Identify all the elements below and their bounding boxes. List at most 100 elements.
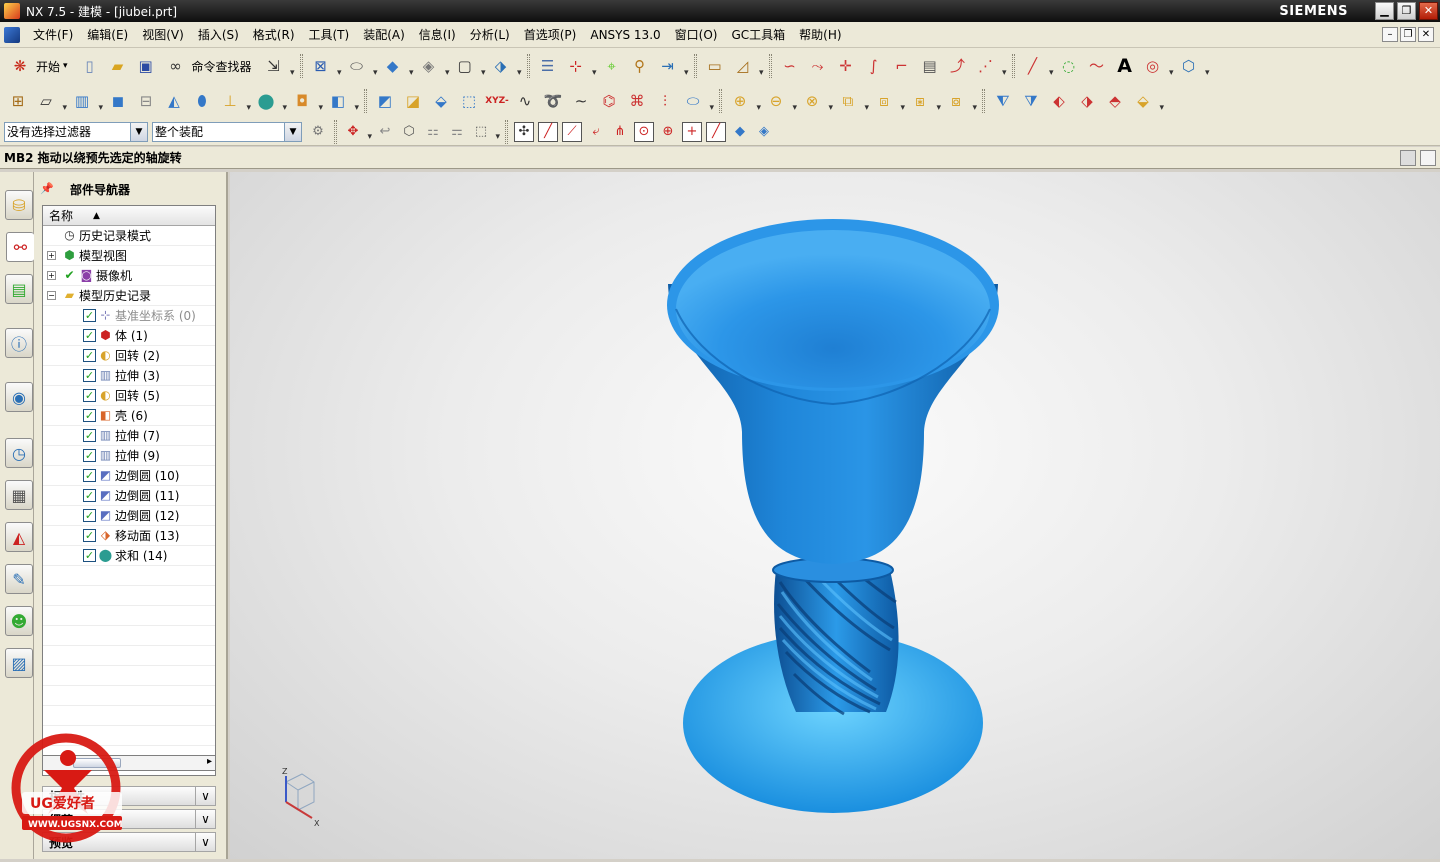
tree-row-feature[interactable]: ✓ ▥ 拉伸 (3) [43,366,215,386]
roles-tab[interactable]: ☻ [5,606,33,636]
cone-icon[interactable]: ◭ [162,89,186,113]
tree-row-feature[interactable]: ✓ ⬤ 求和 (14) [43,546,215,566]
menu-information[interactable]: 信息(I) [412,24,463,46]
sketch-task-icon[interactable]: ⬡ [1177,54,1210,78]
menu-file[interactable]: 文件(F) [26,24,80,46]
visibility-checkbox[interactable]: ✓ [83,329,96,342]
collapse-icon[interactable]: − [47,291,56,300]
menu-help[interactable]: 帮助(H) [792,24,848,46]
tree-row-feature[interactable]: ✓ ◧ 壳 (6) [43,406,215,426]
process-studio-tab[interactable]: ◭ [5,522,33,552]
render-style-icon[interactable]: ⬭ [345,54,377,78]
maximize-graphics-icon[interactable] [1420,150,1436,166]
menu-analysis[interactable]: 分析(L) [463,24,517,46]
visibility-checkbox[interactable]: ✓ [83,349,96,362]
scale-body-icon[interactable]: ⧇ [944,89,977,113]
layer-settings-icon[interactable]: ☰ [536,54,560,78]
trim-curve-icon[interactable]: ⤳ [806,54,830,78]
snap-on-face-icon[interactable]: ◆ [730,122,750,142]
snap-line-icon[interactable]: ╱ [538,121,558,142]
visibility-checkbox[interactable]: ✓ [83,369,96,382]
wcs-triad[interactable]: Z X [282,767,320,828]
shaded-view-icon[interactable]: ◆ [381,54,414,78]
menu-assemblies[interactable]: 装配(A) [356,24,412,46]
general-selection-icon[interactable]: ✥ [343,122,372,142]
arc-icon[interactable]: ◌ [1057,54,1081,78]
menu-tools[interactable]: 工具(T) [302,24,357,46]
pocket-icon[interactable]: ◘ [290,89,323,113]
snap-bounded-icon[interactable]: ◈ [754,122,774,142]
reuse-library-tab[interactable]: ▤ [5,274,33,304]
edge-blend-tool-icon[interactable]: ◩ [373,89,397,113]
menu-window[interactable]: 窗口(O) [668,24,725,46]
tree-row-feature[interactable]: ✓ ⬢ 体 (1) [43,326,215,346]
tree-row-feature[interactable]: ✓ ▥ 拉伸 (7) [43,426,215,446]
manufacturing-wizard-tab[interactable]: ✎ [5,564,33,594]
command-finder-button[interactable]: ∞ 命令查找器 [162,54,251,78]
type-filter-select[interactable]: 没有选择过滤器 ▼ [4,121,148,142]
system-scenes-tab[interactable]: ▨ [5,648,33,678]
tree-row-feature[interactable]: ✓ ◐ 回转 (2) [43,346,215,366]
menu-app-icon[interactable] [4,26,20,43]
boss-icon[interactable]: ⬤ [254,89,287,113]
menu-gc-toolkit[interactable]: GC工具箱 [724,24,792,46]
close-button[interactable]: ✕ [1419,2,1438,20]
spline-icon[interactable]: 〜 [1085,54,1109,78]
menu-insert[interactable]: 插入(S) [191,24,246,46]
web-browser-tab[interactable]: ◉ [5,382,33,412]
block-icon[interactable]: ◼ [106,89,130,113]
tree-row-feature[interactable]: ✓ ▥ 拉伸 (9) [43,446,215,466]
wcs-icon[interactable]: ⊹ [564,54,596,78]
datum-icon[interactable]: ⌖ [600,54,624,78]
menu-format[interactable]: 格式(R) [246,24,302,46]
curve-icon[interactable]: ∽ [778,54,802,78]
tree-row-feature[interactable]: ✓ ◐ 回转 (5) [43,386,215,406]
expand-icon[interactable]: + [47,271,56,280]
chevron-down-icon[interactable]: ∨ [195,787,215,805]
snap-arc-center-icon[interactable]: ⊙ [634,121,654,142]
column-header-name[interactable]: 名称 ▲ [43,206,215,226]
selection-scope-select[interactable]: 整个装配 ▼ [152,121,302,142]
point-tool-icon[interactable]: ⇥ [656,54,688,78]
tree-row-feature[interactable]: ✓ ⬗ 移动面 (13) [43,526,215,546]
minimize-button[interactable]: ▁ [1375,2,1394,20]
xyz-icon[interactable]: XYZ- [485,89,509,113]
sketch-plane-icon[interactable]: ▱ [34,89,67,113]
draft-icon[interactable]: ⬙ [429,89,453,113]
law-curve-icon[interactable]: ∿ [513,89,537,113]
pin-icon[interactable]: 📌 [40,182,54,196]
chevron-down-icon[interactable]: ∨ [195,810,215,828]
sheet-icon[interactable]: ▤ [918,54,942,78]
menu-ansys[interactable]: ANSYS 13.0 [583,24,667,46]
line-icon[interactable]: ╱ [1021,54,1054,78]
new-file-icon[interactable]: ▯ [78,54,102,78]
history-tab[interactable]: ◷ [5,438,33,468]
subtract-icon[interactable]: ⊖ [764,89,797,113]
chamfer-icon[interactable]: ◪ [401,89,425,113]
goblet-model[interactable]: Z X [230,172,1440,859]
helix-icon[interactable]: ➰ [541,89,565,113]
menu-view[interactable]: 视图(V) [135,24,191,46]
tube-sweep-icon[interactable]: ⬭ [681,89,714,113]
select-face-icon[interactable]: ⚏ [423,122,443,142]
thicken-icon[interactable]: ⬙ [1131,89,1164,113]
open-folder-icon[interactable]: ▰ [106,54,130,78]
sine-curve-icon[interactable]: ∼ [569,89,593,113]
orient-view-icon[interactable]: ⬗ [489,54,522,78]
doc-restore-button[interactable]: ❐ [1400,27,1416,42]
graphics-window[interactable]: Z X [230,172,1440,859]
visibility-checkbox[interactable]: ✓ [83,429,96,442]
hole-icon[interactable]: ⊥ [218,89,251,113]
save-icon[interactable]: ▣ [134,54,158,78]
snap-point-icon[interactable]: ⚲ [628,54,652,78]
measure-angle-icon[interactable]: ◿ [731,54,764,78]
snap-endpoint-icon[interactable]: ✣ [514,121,534,142]
part-navigator-tab[interactable]: ⚯ [6,232,34,262]
nx-app-icon[interactable] [4,3,20,19]
extrude-tool-icon[interactable]: ▥ [70,89,103,113]
visibility-checkbox[interactable]: ✓ [83,409,96,422]
start-button[interactable]: ❋ 开始 ▾ [6,54,68,78]
fit-view-icon[interactable]: ⊠ [309,54,341,78]
text-icon[interactable]: A [1113,54,1137,78]
tree-row-model-history[interactable]: − ▰ 模型历史记录 [43,286,215,306]
